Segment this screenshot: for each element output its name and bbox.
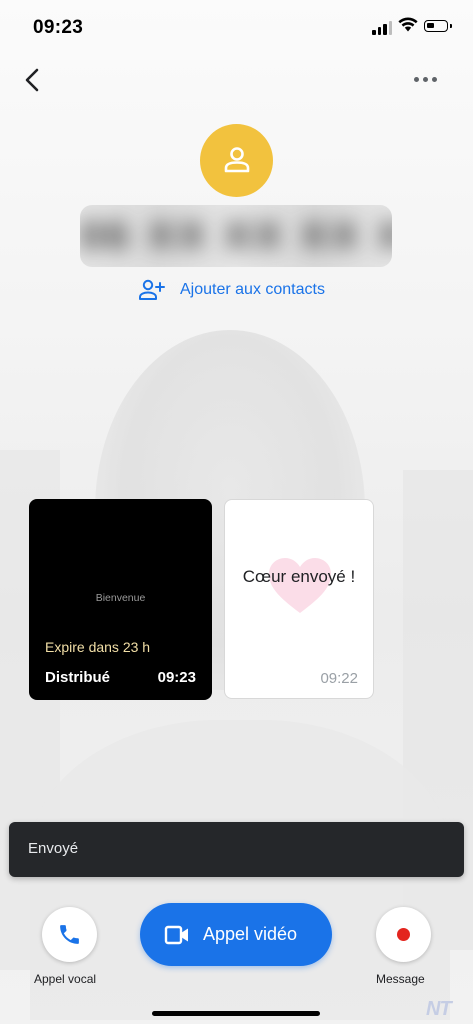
video-call-label: Appel vidéo <box>203 924 298 944</box>
status-time: 09:23 <box>33 17 84 38</box>
message-time: 09:22 <box>320 670 358 687</box>
add-to-contacts-link[interactable]: Ajouter aux contacts <box>138 278 325 302</box>
voice-call-label: Appel vocal <box>34 972 97 986</box>
heart-message-text: Cœur envoyé ! <box>242 567 356 586</box>
voice-call-button[interactable] <box>42 907 97 962</box>
video-preview-text: Bienvenue <box>95 592 146 604</box>
watermark-logo: NT <box>426 998 452 1020</box>
status-bar: 09:23 <box>0 0 473 52</box>
video-message-card[interactable]: Bienvenue Expire dans 23 h Distribué 09:… <box>29 499 212 700</box>
person-icon <box>224 147 250 173</box>
delivery-status: Distribué <box>45 669 111 686</box>
back-button[interactable] <box>20 65 48 95</box>
more-options-button[interactable] <box>414 72 442 86</box>
person-add-icon <box>139 279 165 300</box>
wifi-icon <box>398 17 418 32</box>
toast-text: Envoyé <box>28 840 79 857</box>
home-indicator[interactable] <box>152 1011 320 1016</box>
record-dot-icon <box>397 928 410 941</box>
battery-icon <box>424 20 452 32</box>
videocam-icon <box>164 925 188 945</box>
message-label: Message <box>376 972 425 986</box>
chevron-left-icon <box>25 68 39 92</box>
message-time: 09:23 <box>157 669 196 686</box>
heart-message-card[interactable]: Cœur envoyé ! 09:22 <box>224 499 374 699</box>
more-horizontal-icon <box>414 76 419 82</box>
contact-avatar <box>200 124 273 197</box>
message-button[interactable] <box>376 907 431 962</box>
expire-text: Expire dans 23 h <box>45 639 151 655</box>
cellular-signal-icon <box>372 21 392 35</box>
video-call-button[interactable]: Appel vidéo <box>140 903 332 966</box>
phone-icon <box>60 925 79 944</box>
add-to-contacts-label: Ajouter aux contacts <box>180 281 325 298</box>
sent-toast: Envoyé <box>9 822 464 877</box>
contact-phone-number: 06 XX XX XX XX <box>80 205 392 267</box>
